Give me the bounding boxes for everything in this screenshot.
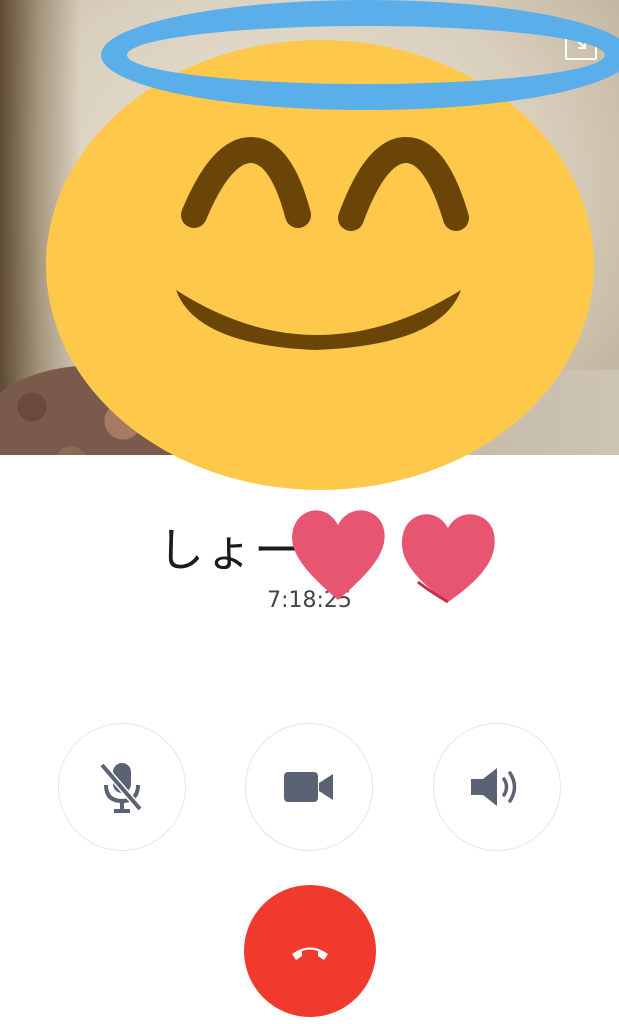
speaker-button[interactable]: [433, 723, 561, 851]
hang-up-icon: [292, 947, 328, 960]
two-hearts-sticker: [292, 510, 495, 604]
smiling-face-with-halo-sticker: [46, 0, 619, 490]
mic-off-icon: [99, 762, 143, 813]
voice-call-screen: しょー 7:18:25: [0, 0, 619, 1024]
video-button[interactable]: [245, 723, 373, 851]
halo-ring: [101, 0, 619, 110]
mute-button[interactable]: [58, 723, 186, 851]
video-camera-icon: [284, 772, 333, 802]
end-call-button[interactable]: [244, 885, 376, 1017]
speaker-icon: [471, 768, 517, 806]
